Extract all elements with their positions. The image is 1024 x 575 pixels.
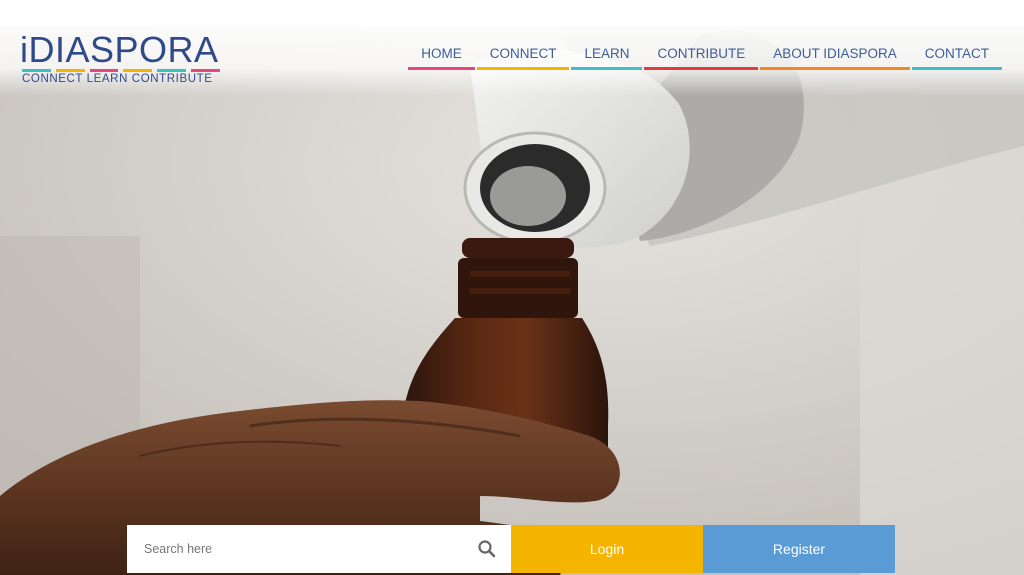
brand-logo[interactable]: iDIASPORA CONNECT LEARN CONTRIBUTE (20, 32, 230, 88)
nav-item-label: ABOUT IDIASPORA (773, 46, 897, 61)
nav-item-contribute[interactable]: CONTRIBUTE (644, 44, 759, 70)
nav-item-label: HOME (421, 46, 462, 61)
hero-banner (0, 26, 1024, 575)
nav-item-home[interactable]: HOME (408, 44, 475, 70)
nav-underline (760, 67, 910, 70)
nav-item-label: CONTRIBUTE (657, 46, 746, 61)
nav-underline (571, 67, 643, 70)
nav-item-learn[interactable]: LEARN (571, 44, 643, 70)
logo-color-bars (22, 69, 220, 72)
brand-tagline: CONNECT LEARN CONTRIBUTE (22, 73, 213, 85)
logo-bar (191, 69, 220, 72)
nav-item-contact[interactable]: CONTACT (911, 44, 1002, 70)
nav-underline (408, 67, 475, 70)
search-bar (127, 525, 511, 573)
register-button[interactable]: Register (703, 525, 895, 573)
logo-bar (123, 69, 153, 72)
logo-bar (157, 69, 187, 72)
nav-item-label: LEARN (584, 46, 630, 61)
main-navigation: HOME CONNECT LEARN CONTRIBUTE ABOUT IDIA… (406, 44, 1002, 70)
nav-underline (476, 67, 570, 70)
logo-bar (55, 69, 85, 72)
nav-underline (644, 67, 759, 70)
top-white-strip (0, 0, 1024, 26)
nav-item-label: CONNECT (489, 46, 557, 61)
login-button[interactable]: Login (511, 525, 703, 573)
search-input[interactable] (127, 525, 467, 573)
logo-bar (89, 69, 119, 72)
logo-bar (22, 69, 51, 72)
nav-underline (911, 67, 1002, 70)
brand-name: iDIASPORA (20, 29, 219, 70)
search-icon[interactable] (477, 539, 497, 559)
nav-item-label: CONTACT (924, 46, 989, 61)
nav-item-about[interactable]: ABOUT IDIASPORA (760, 44, 910, 70)
hero-photo (0, 26, 1024, 575)
nav-item-connect[interactable]: CONNECT (476, 44, 570, 70)
